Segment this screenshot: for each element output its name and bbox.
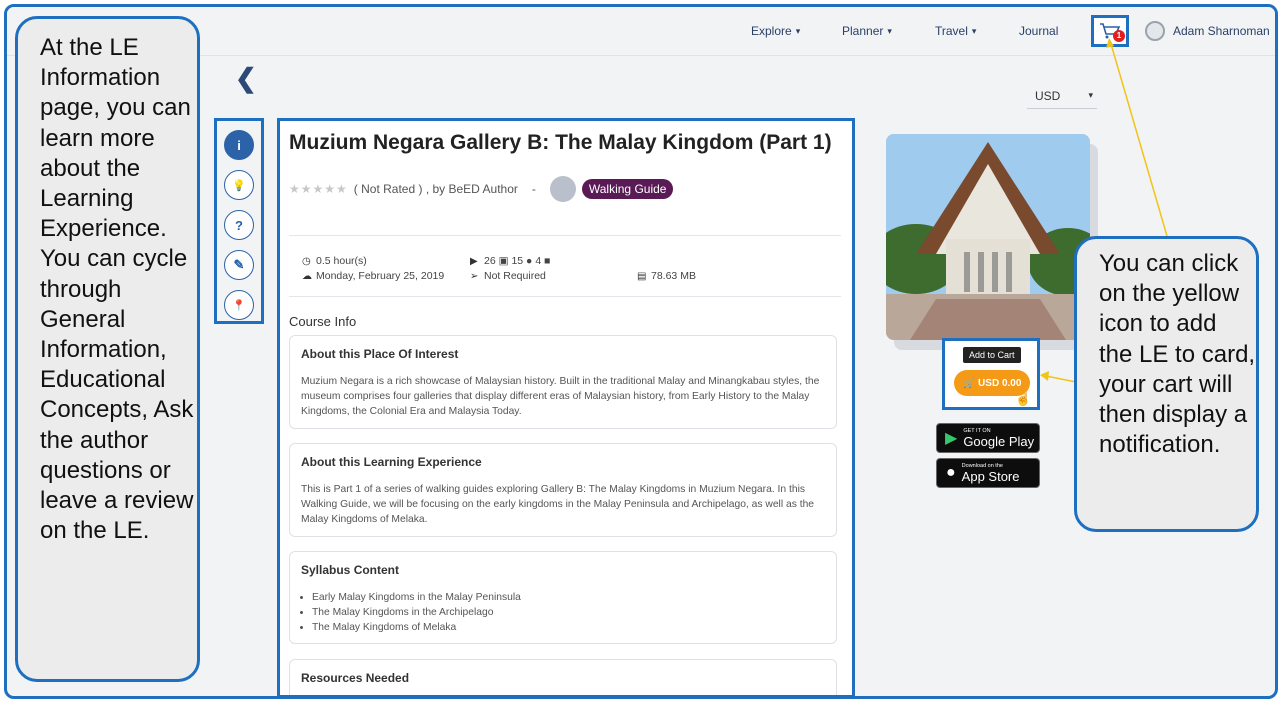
card-text: This is Part 1 of a series of walking gu… <box>301 484 815 525</box>
card-title: About this Place Of Interest <box>301 347 459 361</box>
lightbulb-icon: 💡 <box>232 179 246 192</box>
question-icon: ? <box>235 217 243 233</box>
section-label: Course Info <box>289 314 357 329</box>
tab-review[interactable]: ✎ <box>224 250 254 280</box>
audio-count: 15 <box>511 255 524 267</box>
separator: - <box>531 182 536 196</box>
syllabus-list: Early Malay Kingdoms in the Malay Penins… <box>301 590 521 635</box>
google-big-text: Google Play <box>963 433 1035 449</box>
card-title: Resources Needed <box>301 671 410 685</box>
play-icon: ▶ <box>470 256 478 267</box>
date-value: Monday, February 25, 2019 <box>316 270 445 282</box>
place-image <box>886 134 1090 340</box>
media-counts: ▶ 26 ▣ 15 ● 4 ■ <box>470 255 550 267</box>
app-store-badge[interactable]: ● Download on the App Store <box>936 458 1040 488</box>
author-avatar[interactable] <box>549 176 576 202</box>
chevron-down-icon: ▾ <box>795 25 801 36</box>
list-item: The Malay Kingdoms of Melaka <box>312 620 521 635</box>
nav-explore-label: Explore <box>751 24 792 38</box>
tab-educational-concepts[interactable]: 💡 <box>224 170 254 200</box>
tag-icon: ➢ <box>470 271 479 282</box>
nav-travel-label: Travel <box>935 24 968 38</box>
image-count: 26 <box>484 255 496 267</box>
card-title: About this Learning Experience <box>301 455 482 469</box>
card-syllabus: Syllabus Content Early Malay Kingdoms in… <box>289 551 837 644</box>
apple-icon: ● <box>946 464 956 481</box>
chevron-down-icon: ▾ <box>1088 90 1093 100</box>
chevron-down-icon: ▾ <box>887 25 892 36</box>
nav-planner-label: Planner <box>842 24 884 38</box>
card-text: Muzium Negara is a rich showcase of Mala… <box>301 376 820 417</box>
avatar <box>1145 21 1165 41</box>
course-info-panel: Muzium Negara Gallery B: The Malay Kingd… <box>277 118 855 698</box>
tab-ask-author[interactable]: ? <box>224 210 254 240</box>
info-icon: i <box>237 137 241 153</box>
star-rating-icon: ★★★★★ <box>289 182 348 196</box>
cart-button[interactable]: 1 <box>1091 15 1129 47</box>
save-icon: ▤ <box>637 271 647 282</box>
card-place-of-interest: About this Place Of Interest Muzium Nega… <box>289 335 837 429</box>
rating-row: ★★★★★ ( Not Rated ) , by BeED Author - W… <box>289 176 674 202</box>
list-item: The Malay Kingdoms in the Archipelago <box>312 605 521 620</box>
museum-building-image <box>886 134 1090 340</box>
video-icon: ■ <box>541 255 551 267</box>
nav-travel[interactable]: Travel ▾ <box>935 7 976 55</box>
google-play-icon: ▶ <box>945 430 958 447</box>
back-chevron-icon[interactable]: ❮ <box>235 63 257 94</box>
google-play-badge[interactable]: ▶ GET IT ON Google Play <box>936 423 1040 453</box>
info-tab-rail: i 💡 ? ✎ 📍 <box>214 118 264 324</box>
map-pin-icon: 📍 <box>232 299 246 312</box>
price-label: USD 0.00 <box>978 377 1022 389</box>
chevron-down-icon: ▾ <box>971 25 977 36</box>
publish-date: ☁ Monday, February 25, 2019 <box>302 270 444 282</box>
tab-location[interactable]: 📍 <box>224 290 254 320</box>
callout-left: At the LE Information page, you can lear… <box>15 16 200 682</box>
card-resources: Resources Needed <box>289 659 837 695</box>
divider <box>289 235 841 236</box>
cart-icon: 🛒 <box>962 377 976 389</box>
card-title: Syllabus Content <box>301 563 400 577</box>
requirement: ➢ Not Required <box>470 270 546 282</box>
add-to-cart-tooltip: Add to Cart <box>963 347 1021 363</box>
card-learning-experience: About this Learning Experience This is P… <box>289 443 837 537</box>
duration-value: 0.5 hour(s) <box>316 255 367 267</box>
callout-right: You can click on the yellow icon to add … <box>1074 236 1259 532</box>
microphone-icon: ● <box>523 255 536 267</box>
nav-planner[interactable]: Planner ▾ <box>842 7 892 55</box>
category-tag: Walking Guide <box>581 179 674 199</box>
currency-select[interactable]: USD ▾ <box>1027 83 1097 109</box>
requirement-value: Not Required <box>484 270 546 282</box>
nav-journal[interactable]: Journal <box>1019 7 1058 55</box>
list-item: Early Malay Kingdoms in the Malay Penins… <box>312 590 521 605</box>
add-to-cart-area: Add to Cart 🛒 USD 0.00 ☝ <box>942 338 1040 410</box>
user-name: Adam Sharnoman <box>1173 24 1270 38</box>
nav-explore[interactable]: Explore ▾ <box>751 7 800 55</box>
file-size-value: 78.63 MB <box>651 270 696 282</box>
user-menu[interactable]: Adam Sharnoman <box>1145 7 1270 55</box>
tab-general-information[interactable]: i <box>224 130 254 160</box>
cloud-upload-icon: ☁ <box>302 271 312 282</box>
nav-journal-label: Journal <box>1019 24 1059 38</box>
image-icon: ▣ <box>495 255 512 267</box>
page-title: Muzium Negara Gallery B: The Malay Kingd… <box>289 131 832 154</box>
file-size: ▤ 78.63 MB <box>637 270 696 282</box>
hand-pointer-icon: ☝ <box>1015 391 1032 406</box>
rating-text: ( Not Rated ) , by BeED Author <box>353 182 518 196</box>
apple-big-text: App Store <box>961 468 1020 484</box>
duration: ◷ 0.5 hour(s) <box>302 255 367 267</box>
divider <box>289 296 841 297</box>
cart-count-badge: 1 <box>1113 30 1125 42</box>
edit-icon: ✎ <box>233 257 245 272</box>
currency-value: USD <box>1035 88 1061 103</box>
clock-icon: ◷ <box>302 256 311 267</box>
